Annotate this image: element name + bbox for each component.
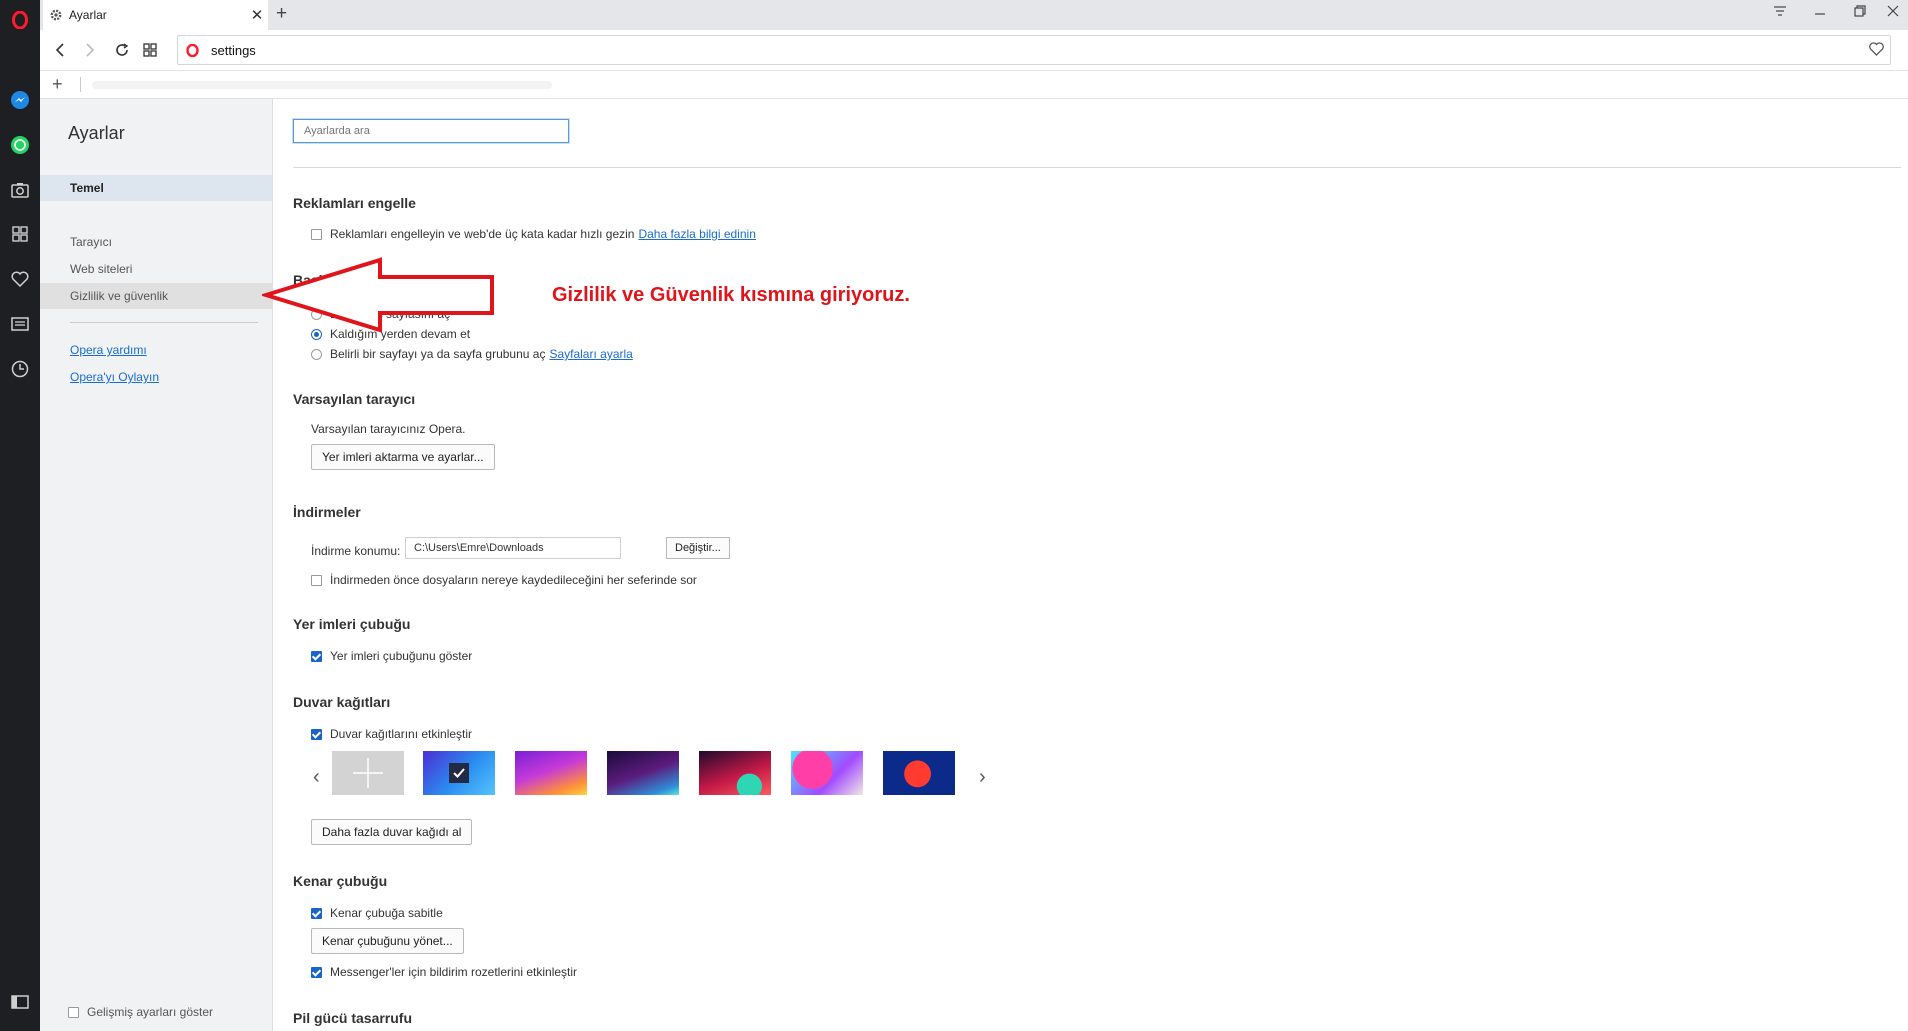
bookmark-heart-icon[interactable]: [1869, 42, 1884, 59]
ads-option[interactable]: Reklamları engelleyin ve web'de üç kata …: [311, 227, 756, 241]
section-title-sidebar: Kenar çubuğu: [293, 873, 388, 889]
annotation-text: Gizlilik ve Güvenlik kısmına giriyoruz.: [552, 284, 910, 306]
startup-option-3[interactable]: Belirli bir sayfayı ya da sayfa grubunu …: [311, 347, 633, 361]
set-pages-link[interactable]: Sayfaları ayarla: [549, 347, 632, 361]
speed-dial-icon[interactable]: [0, 222, 40, 246]
sidebar-pin-option[interactable]: Kenar çubuğa sabitle: [311, 906, 443, 920]
search-divider: [293, 167, 1901, 168]
minimize-icon[interactable]: [1805, 4, 1835, 21]
advanced-settings-toggle[interactable]: Gelişmiş ayarları göster: [68, 1005, 213, 1019]
change-download-button[interactable]: Değiştir...: [666, 537, 730, 559]
wallpaper-tile-selected[interactable]: [423, 751, 495, 795]
annotation-arrow-icon: [262, 257, 494, 333]
opera-logo-icon[interactable]: [0, 8, 40, 32]
camera-icon[interactable]: [0, 178, 40, 202]
nav-divider: [70, 322, 258, 323]
download-ask-checkbox[interactable]: [311, 574, 322, 586]
wallpaper-next-icon[interactable]: ›: [979, 766, 986, 789]
add-wallpaper-tile[interactable]: [332, 751, 404, 795]
messenger-icon[interactable]: [0, 88, 40, 112]
address-bar[interactable]: settings: [177, 35, 1891, 65]
nav-item-privacy-security[interactable]: Gizlilik ve güvenlik: [40, 283, 272, 309]
bookmarks-bar-checkbox[interactable]: [311, 650, 322, 662]
manage-sidebar-button[interactable]: Kenar çubuğunu yönet...: [311, 928, 464, 954]
news-icon[interactable]: [0, 312, 40, 336]
bookmarks-bar-label: Yer imleri çubuğunu göster: [330, 649, 473, 663]
rate-opera-link[interactable]: Opera'yı Oylayın: [70, 370, 159, 384]
sidebar-pin-checkbox[interactable]: [311, 907, 322, 919]
history-icon[interactable]: [0, 357, 40, 381]
tabs-grid-icon[interactable]: [140, 40, 160, 60]
plus-icon: [353, 758, 383, 788]
section-title-default-browser: Varsayılan tarayıcı: [293, 391, 416, 407]
startup-radio-3[interactable]: [311, 348, 322, 360]
back-icon[interactable]: [50, 40, 70, 60]
default-browser-text: Varsayılan tarayıcınız Opera.: [311, 422, 466, 436]
ads-learn-more-link[interactable]: Daha fazla bilgi edinin: [638, 227, 755, 241]
settings-title: Ayarlar: [68, 123, 125, 143]
reload-icon[interactable]: [112, 40, 132, 60]
close-window-icon[interactable]: [1878, 4, 1908, 21]
sidebar-badges-label: Messenger'ler için bildirim rozetlerini …: [330, 965, 578, 979]
startup-option-3-label: Belirli bir sayfayı ya da sayfa grubunu …: [330, 347, 546, 361]
tab-menu-icon[interactable]: [1765, 4, 1795, 21]
wallpaper-tile[interactable]: [699, 751, 771, 795]
ads-checkbox[interactable]: [311, 228, 322, 240]
wallpaper-tile[interactable]: [791, 751, 863, 795]
tab-strip: Ayarlar ✕ +: [40, 0, 1908, 30]
bookmarks-bar-option[interactable]: Yer imleri çubuğunu göster: [311, 649, 472, 663]
advanced-settings-checkbox[interactable]: [68, 1006, 79, 1018]
section-title-battery: Pil gücü tasarrufu: [293, 1010, 413, 1026]
opera-sidebar: [0, 0, 40, 1031]
address-text: settings: [211, 42, 256, 58]
add-bookmark-button[interactable]: +: [52, 74, 63, 95]
wallpaper-tile[interactable]: [607, 751, 679, 795]
settings-navigation: Ayarlar Temel Tarayıcı Web siteleri Gizl…: [40, 99, 273, 1031]
wallpaper-prev-icon[interactable]: ‹: [313, 766, 320, 789]
section-title-wallpapers: Duvar kağıtları: [293, 694, 391, 710]
wallpapers-option[interactable]: Duvar kağıtlarını etkinleştir: [311, 727, 472, 741]
tab-title: Ayarlar: [69, 8, 107, 22]
wallpaper-tile[interactable]: [515, 751, 587, 795]
wallpapers-checkbox[interactable]: [311, 728, 322, 740]
wallpaper-tile[interactable]: [883, 751, 955, 795]
heart-icon[interactable]: [0, 267, 40, 291]
close-tab-icon[interactable]: ✕: [246, 6, 268, 24]
whatsapp-icon[interactable]: [0, 133, 40, 157]
import-bookmarks-button[interactable]: Yer imleri aktarma ve ayarlar...: [311, 444, 495, 470]
tab-settings[interactable]: Ayarlar ✕: [43, 0, 268, 30]
selected-check-icon: [449, 763, 469, 783]
nav-item-basic[interactable]: Temel: [40, 175, 272, 201]
download-ask-option[interactable]: İndirmeden önce dosyaların nereye kayded…: [311, 573, 697, 587]
restore-icon[interactable]: [1845, 4, 1875, 21]
gear-icon: [50, 9, 62, 21]
wallpapers-label: Duvar kağıtlarını etkinleştir: [330, 727, 473, 741]
forward-icon[interactable]: [80, 40, 100, 60]
nav-item-websites[interactable]: Web siteleri: [40, 256, 272, 282]
section-title-ads: Reklamları engelle: [293, 195, 416, 211]
opera-help-link[interactable]: Opera yardımı: [70, 343, 147, 357]
nav-item-browser[interactable]: Tarayıcı: [40, 229, 272, 255]
navigation-bar: settings: [40, 30, 1908, 71]
section-title-bookmarks-bar: Yer imleri çubuğu: [293, 616, 411, 632]
opera-page-icon: [186, 43, 199, 57]
new-tab-button[interactable]: +: [276, 4, 287, 24]
download-ask-label: İndirmeden önce dosyaların nereye kayded…: [330, 573, 697, 587]
advanced-settings-label: Gelişmiş ayarları göster: [87, 1005, 214, 1019]
sidebar-badges-option[interactable]: Messenger'ler için bildirim rozetlerini …: [311, 965, 577, 979]
download-location-field[interactable]: C:\Users\Emre\Downloads: [405, 537, 621, 559]
sidebar-badges-checkbox[interactable]: [311, 966, 322, 978]
more-wallpapers-button[interactable]: Daha fazla duvar kağıdı al: [311, 819, 473, 845]
settings-search-input[interactable]: [293, 119, 569, 143]
download-location-label: İndirme konumu:: [311, 544, 401, 558]
ads-checkbox-label: Reklamları engelleyin ve web'de üç kata …: [330, 227, 635, 241]
sidebar-toggle-icon[interactable]: [0, 990, 40, 1014]
bookmarks-bar: +: [40, 71, 1908, 99]
bookmarks-divider: [80, 77, 81, 92]
section-title-downloads: İndirmeler: [293, 504, 361, 520]
sidebar-pin-label: Kenar çubuğa sabitle: [330, 906, 443, 920]
settings-content: Reklamları engelle Reklamları engelleyin…: [273, 99, 1908, 1031]
bookmarks-placeholder: [92, 81, 552, 89]
